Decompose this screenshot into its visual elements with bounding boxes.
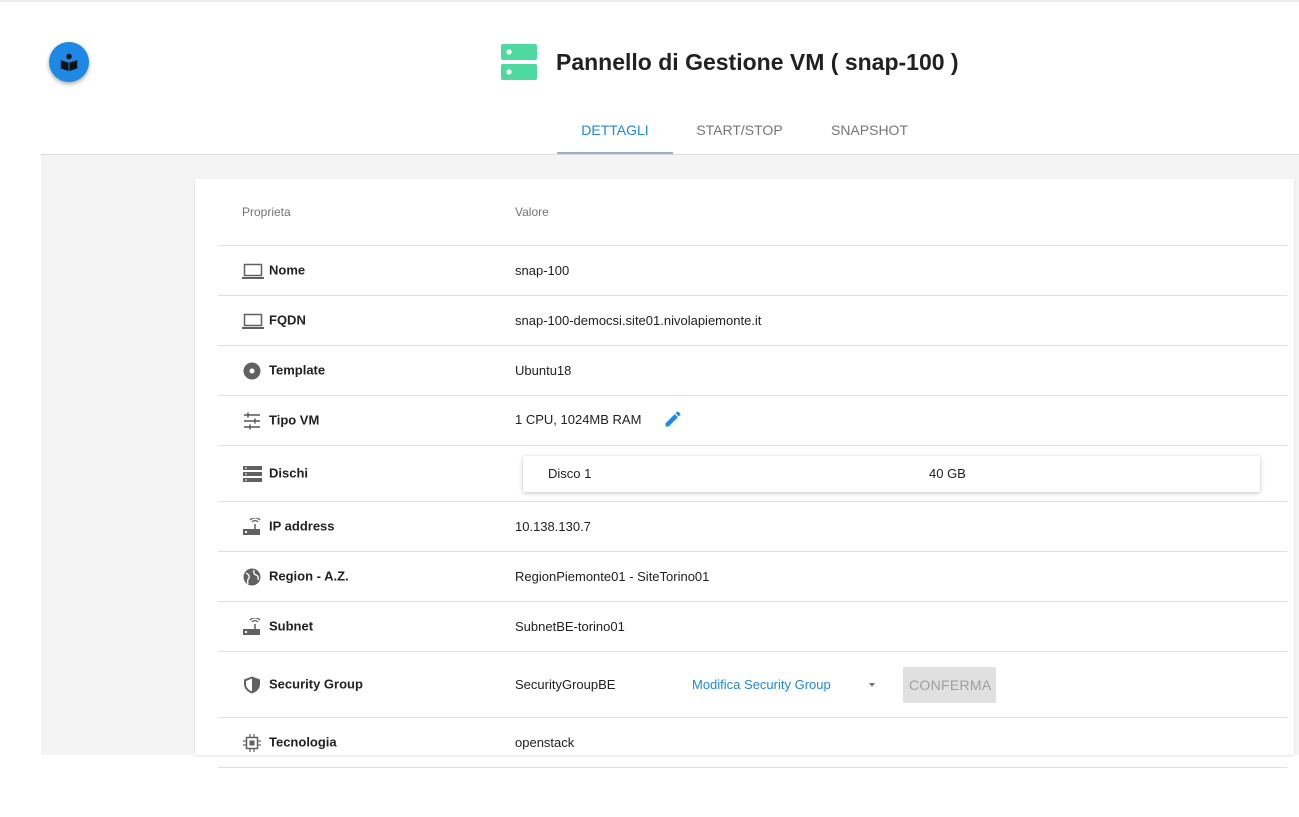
- user-manual-button[interactable]: [49, 42, 89, 82]
- row-value: openstack: [514, 718, 1287, 768]
- router-icon: [242, 618, 264, 636]
- disk-name: Disco 1: [523, 466, 929, 481]
- row-value: 1 CPU, 1024MB RAM: [515, 412, 641, 427]
- shield-icon: [242, 676, 264, 694]
- row-label: FQDN: [269, 312, 306, 327]
- router-icon: [242, 518, 264, 536]
- server-icon: [500, 43, 538, 81]
- column-header-property: Proprieta: [218, 179, 514, 246]
- tab-snapshot[interactable]: SNAPSHOT: [806, 110, 933, 154]
- table-row-template: Template Ubuntu18: [218, 346, 1287, 396]
- row-value: SubnetBE-torino01: [514, 602, 1287, 652]
- table-row-nome: Nome snap-100: [218, 246, 1287, 296]
- table-row-tipo-vm: Tipo VM 1 CPU, 1024MB RAM: [218, 396, 1287, 446]
- tab-dettagli[interactable]: DETTAGLI: [557, 110, 673, 154]
- row-label: Tipo VM: [269, 412, 319, 427]
- row-label: Dischi: [269, 465, 308, 480]
- row-value: SecurityGroupBE: [515, 677, 692, 692]
- tab-bar: DETTAGLI START/STOP SNAPSHOT: [557, 110, 933, 154]
- table-row-subnet: Subnet SubnetBE-torino01: [218, 602, 1287, 652]
- table-row-ip: IP address 10.138.130.7: [218, 502, 1287, 552]
- security-group-select[interactable]: Modifica Security Group: [692, 677, 885, 692]
- globe-icon: [242, 568, 264, 586]
- disk-size: 40 GB: [929, 466, 966, 481]
- table-row-tecnologia: Tecnologia openstack: [218, 718, 1287, 768]
- table-row-security-group: Security Group SecurityGroupBE Modifica …: [218, 652, 1287, 718]
- page-title: Pannello di Gestione VM ( snap-100 ): [556, 49, 959, 76]
- laptop-icon: [242, 312, 264, 330]
- storage-icon: [242, 465, 264, 483]
- dropdown-caret-icon: [869, 683, 875, 687]
- tab-start-stop[interactable]: START/STOP: [673, 110, 806, 154]
- select-label: Modifica Security Group: [692, 677, 831, 692]
- details-table: Proprieta Valore Nome snap-100 FQDN snap…: [218, 179, 1287, 817]
- row-value: snap-100: [514, 246, 1287, 296]
- laptop-icon: [242, 262, 264, 280]
- row-label: Nome: [269, 262, 305, 277]
- tune-icon: [242, 412, 264, 430]
- row-value: snap-100-democsi.site01.nivolapiemonte.i…: [514, 296, 1287, 346]
- details-card: Proprieta Valore Nome snap-100 FQDN snap…: [195, 179, 1294, 755]
- top-border: [0, 0, 1299, 2]
- row-label: Tecnologia: [269, 734, 337, 749]
- disk-list: Disco 1 40 GB: [523, 456, 1260, 492]
- table-row-region: Region - A.Z. RegionPiemonte01 - SiteTor…: [218, 552, 1287, 602]
- book-reader-icon: [58, 51, 80, 73]
- confirm-button[interactable]: CONFERMA: [903, 667, 996, 703]
- row-label: Security Group: [269, 676, 363, 691]
- page-header: Pannello di Gestione VM ( snap-100 ): [500, 43, 959, 81]
- edit-pencil-icon[interactable]: [663, 409, 683, 432]
- table-row-empty: [218, 768, 1287, 817]
- row-label: IP address: [269, 518, 335, 533]
- table-row-dischi: Dischi Disco 1 40 GB: [218, 446, 1287, 502]
- chip-icon: [242, 734, 264, 752]
- row-label: Template: [269, 362, 325, 377]
- table-row-fqdn: FQDN snap-100-democsi.site01.nivolapiemo…: [218, 296, 1287, 346]
- row-label: Region - A.Z.: [269, 568, 349, 583]
- row-value: RegionPiemonte01 - SiteTorino01: [514, 552, 1287, 602]
- row-label: Subnet: [269, 618, 313, 633]
- row-value: Ubuntu18: [514, 346, 1287, 396]
- column-header-value: Valore: [514, 179, 1287, 246]
- row-value: 10.138.130.7: [514, 502, 1287, 552]
- disc-icon: [242, 362, 264, 380]
